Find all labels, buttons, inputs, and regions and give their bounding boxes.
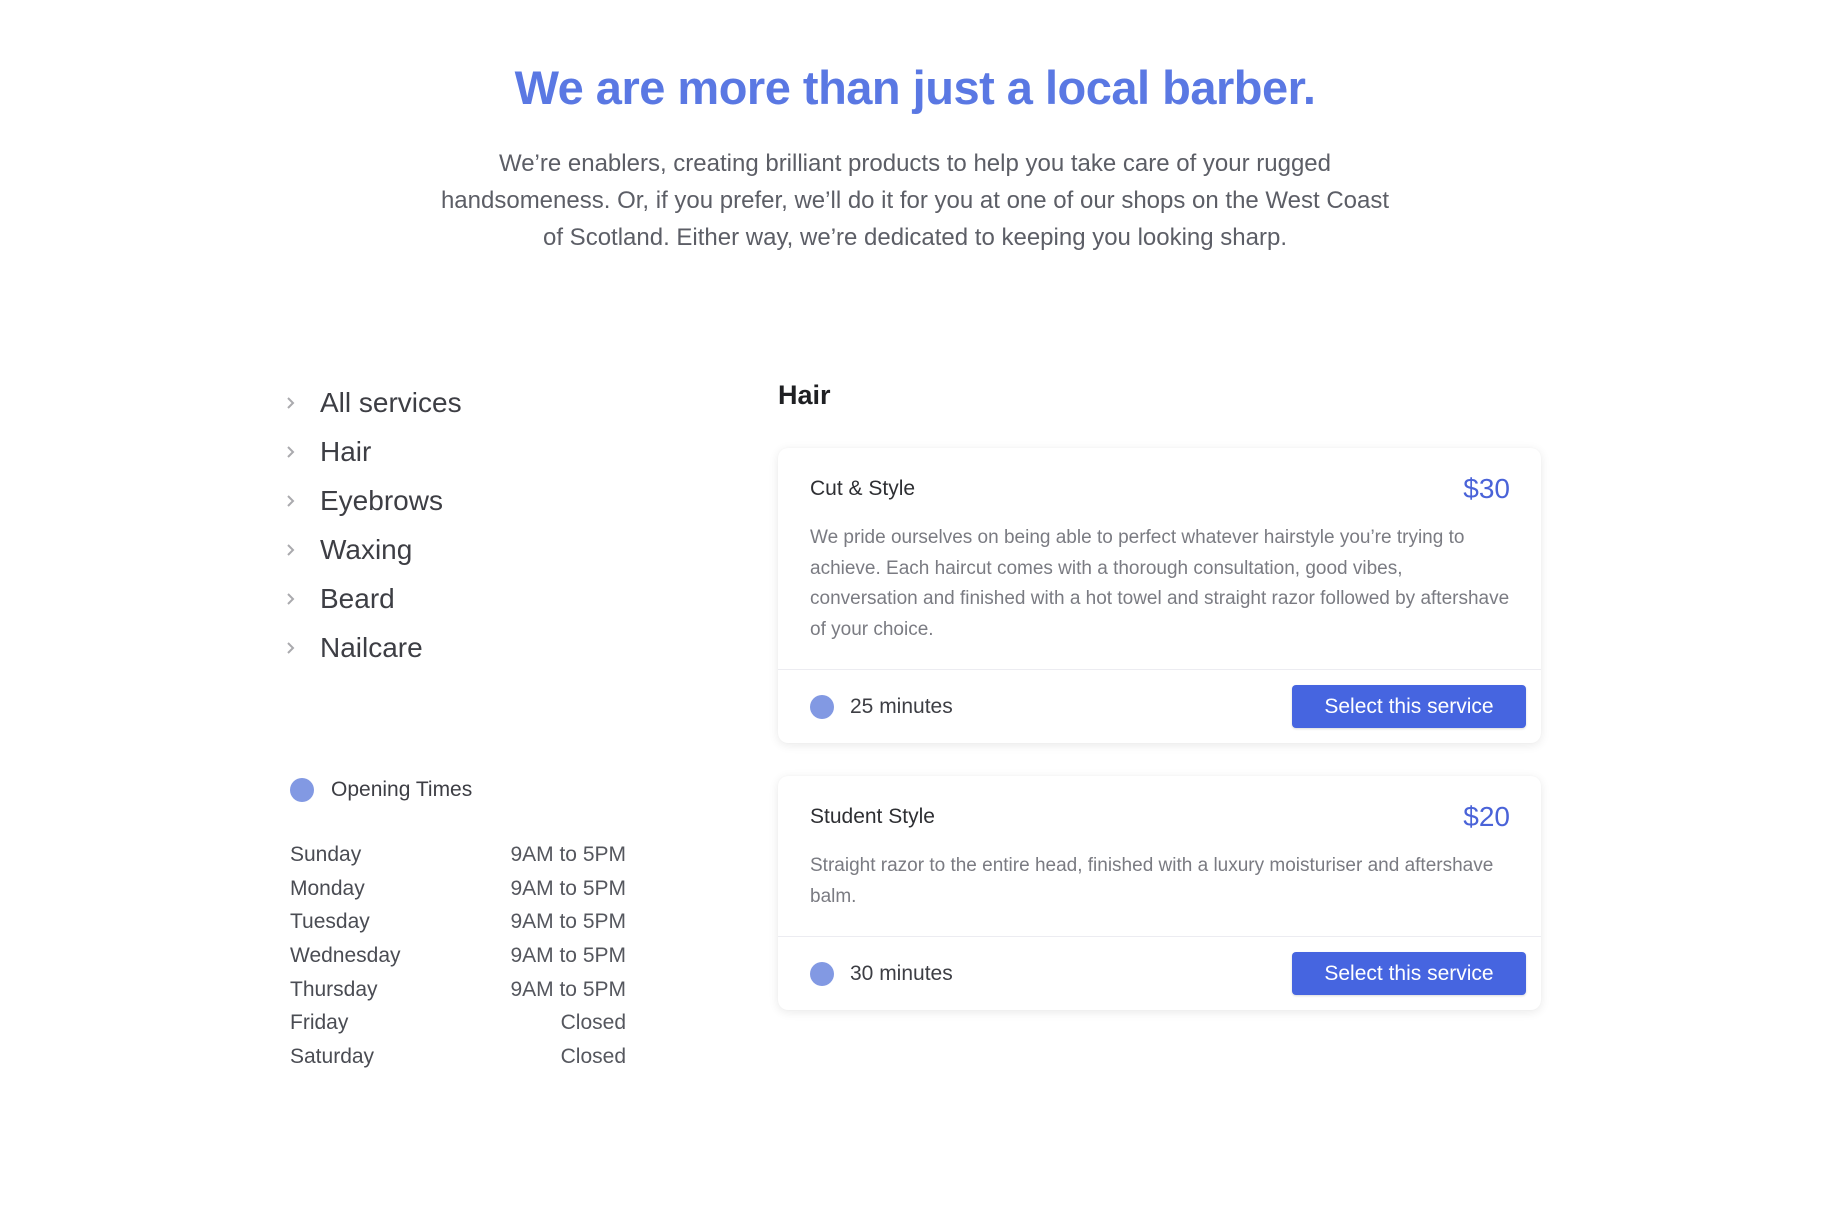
opening-times-title: Opening Times [331, 778, 473, 801]
nav-item-waxing[interactable]: Waxing [286, 525, 462, 574]
nav-item-label: Beard [320, 582, 395, 614]
nav-item-label: Nailcare [320, 631, 423, 663]
service-name: Cut & Style [810, 477, 916, 500]
chevron-right-icon [286, 445, 320, 459]
service-card-footer: 30 minutes Select this service [778, 936, 1541, 1010]
service-card-footer: 25 minutes Select this service [778, 669, 1541, 743]
hours-day: Saturday [290, 1044, 375, 1068]
hours-time: Closed [560, 1011, 626, 1035]
opening-times-header: Opening Times [290, 778, 472, 802]
service-price: $30 [1463, 473, 1510, 504]
hours-row: Sunday 9AM to 5PM [290, 838, 626, 872]
nav-item-eyebrows[interactable]: Eyebrows [286, 476, 462, 525]
hours-row: Thursday 9AM to 5PM [290, 973, 626, 1007]
chevron-right-icon [286, 396, 320, 410]
hero-description: We’re enablers, creating brilliant produ… [440, 150, 1390, 251]
nav-item-all-services[interactable]: All services [286, 378, 462, 427]
opening-times-table: Sunday 9AM to 5PM Monday 9AM to 5PM Tues… [290, 838, 626, 1074]
select-service-button[interactable]: Select this service [1292, 685, 1526, 728]
service-price: $20 [1463, 801, 1510, 832]
service-name: Student Style [810, 805, 935, 828]
hours-row: Friday Closed [290, 1006, 626, 1040]
nav-item-label: All services [320, 386, 462, 418]
chevron-right-icon [286, 494, 320, 508]
select-service-button[interactable]: Select this service [1292, 952, 1526, 995]
hero-title: We are more than just a local barber. [514, 61, 1316, 114]
nav-item-nailcare[interactable]: Nailcare [286, 623, 462, 672]
chevron-right-icon [286, 592, 320, 606]
hours-day: Sunday [290, 842, 362, 866]
hours-day: Friday [290, 1011, 349, 1035]
nav-item-label: Eyebrows [320, 484, 443, 516]
service-duration: 30 minutes [850, 961, 953, 985]
service-card-student-style: Student Style $20 Straight razor to the … [778, 776, 1541, 1010]
hours-row: Wednesday 9AM to 5PM [290, 939, 626, 973]
dot-icon [810, 961, 834, 986]
hours-time: 9AM to 5PM [510, 876, 626, 900]
service-duration: 25 minutes [850, 694, 953, 718]
hours-day: Tuesday [290, 910, 370, 934]
nav-item-label: Waxing [320, 533, 413, 565]
nav-item-beard[interactable]: Beard [286, 574, 462, 623]
chevron-right-icon [286, 543, 320, 557]
hours-row: Saturday Closed [290, 1040, 626, 1074]
chevron-right-icon [286, 641, 320, 655]
hours-row: Tuesday 9AM to 5PM [290, 905, 626, 939]
nav-item-hair[interactable]: Hair [286, 427, 462, 476]
hours-time: 9AM to 5PM [510, 842, 626, 866]
service-category-nav: All services Hair Eyebrows Waxing Beard … [286, 378, 462, 672]
dot-icon [810, 694, 834, 719]
hours-time: 9AM to 5PM [510, 943, 626, 967]
service-card-cut-and-style: Cut & Style $30 We pride ourselves on be… [778, 448, 1541, 743]
service-description: We pride ourselves on being able to perf… [810, 527, 1510, 640]
hours-time: 9AM to 5PM [510, 977, 626, 1001]
category-title: Hair [778, 380, 831, 410]
hours-time: Closed [560, 1044, 626, 1068]
nav-item-label: Hair [320, 435, 372, 467]
service-description: Straight razor to the entire head, finis… [810, 855, 1494, 907]
hours-day: Monday [290, 876, 365, 900]
hours-day: Wednesday [290, 943, 401, 967]
hours-time: 9AM to 5PM [510, 910, 626, 934]
hours-row: Monday 9AM to 5PM [290, 872, 626, 906]
hours-day: Thursday [290, 977, 378, 1001]
dot-icon [290, 778, 314, 802]
